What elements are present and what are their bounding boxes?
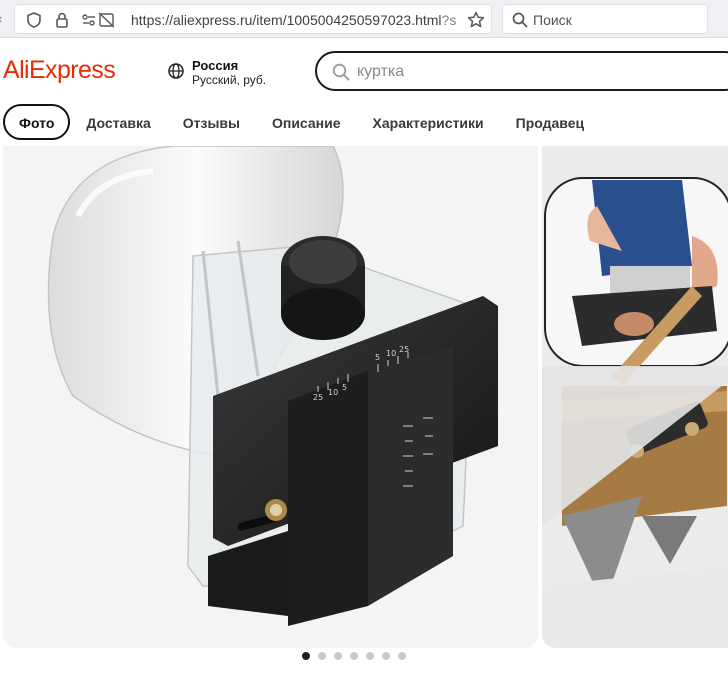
ruler-label: 10: [386, 349, 396, 358]
gallery-pagination: [302, 652, 406, 662]
ruler-label: 25: [313, 393, 323, 402]
product-gallery: 25 10 5 5 10 25: [0, 146, 728, 650]
browser-search-placeholder: Поиск: [533, 12, 572, 28]
lock-icon[interactable]: [53, 11, 71, 29]
region-name: Россия: [192, 58, 239, 73]
pagination-dot[interactable]: [302, 652, 310, 660]
search-input[interactable]: [357, 62, 697, 82]
browser-search-box[interactable]: Поиск: [502, 4, 708, 34]
permissions-icon[interactable]: [81, 11, 117, 29]
product-photo-thumbnail[interactable]: [542, 146, 728, 648]
globe-icon: [167, 62, 185, 80]
shield-icon[interactable]: [25, 11, 43, 29]
star-icon[interactable]: [466, 10, 486, 30]
pagination-dot[interactable]: [366, 652, 374, 660]
aliexpress-logo[interactable]: AliExpress: [3, 56, 116, 85]
ruler-label: 5: [375, 353, 380, 362]
tab-reviews[interactable]: Отзывы: [167, 104, 256, 140]
pagination-dot[interactable]: [350, 652, 358, 660]
pagination-dot[interactable]: [382, 652, 390, 660]
product-photo-main[interactable]: 25 10 5 5 10 25: [3, 146, 538, 648]
site-search-bar[interactable]: [315, 51, 728, 91]
search-icon: [511, 11, 529, 29]
browser-toolbar: ‹ https://aliexpress.ru/item/10050042505…: [0, 0, 728, 38]
address-bar[interactable]: https://aliexpress.ru/item/1005004250597…: [14, 4, 492, 34]
tab-description[interactable]: Описание: [256, 104, 357, 140]
pagination-dot[interactable]: [318, 652, 326, 660]
tab-specifications[interactable]: Характеристики: [357, 104, 500, 140]
back-arrow-icon[interactable]: ‹: [0, 9, 10, 29]
url-text: https://aliexpress.ru/item/1005004250597…: [131, 12, 457, 28]
pagination-dot[interactable]: [334, 652, 342, 660]
ruler-label: 5: [342, 383, 347, 392]
region-language-currency: Русский, руб.: [192, 73, 267, 87]
product-section-tabs: Фото Доставка Отзывы Описание Характерис…: [3, 104, 600, 140]
ruler-label: 10: [328, 388, 338, 397]
tab-seller[interactable]: Продавец: [500, 104, 600, 140]
region-selector[interactable]: Россия Русский, руб.: [167, 58, 307, 90]
tab-delivery[interactable]: Доставка: [70, 104, 166, 140]
search-icon: [331, 62, 351, 82]
ruler-label: 25: [399, 345, 409, 354]
tab-photo[interactable]: Фото: [3, 104, 71, 140]
pagination-dot[interactable]: [398, 652, 406, 660]
